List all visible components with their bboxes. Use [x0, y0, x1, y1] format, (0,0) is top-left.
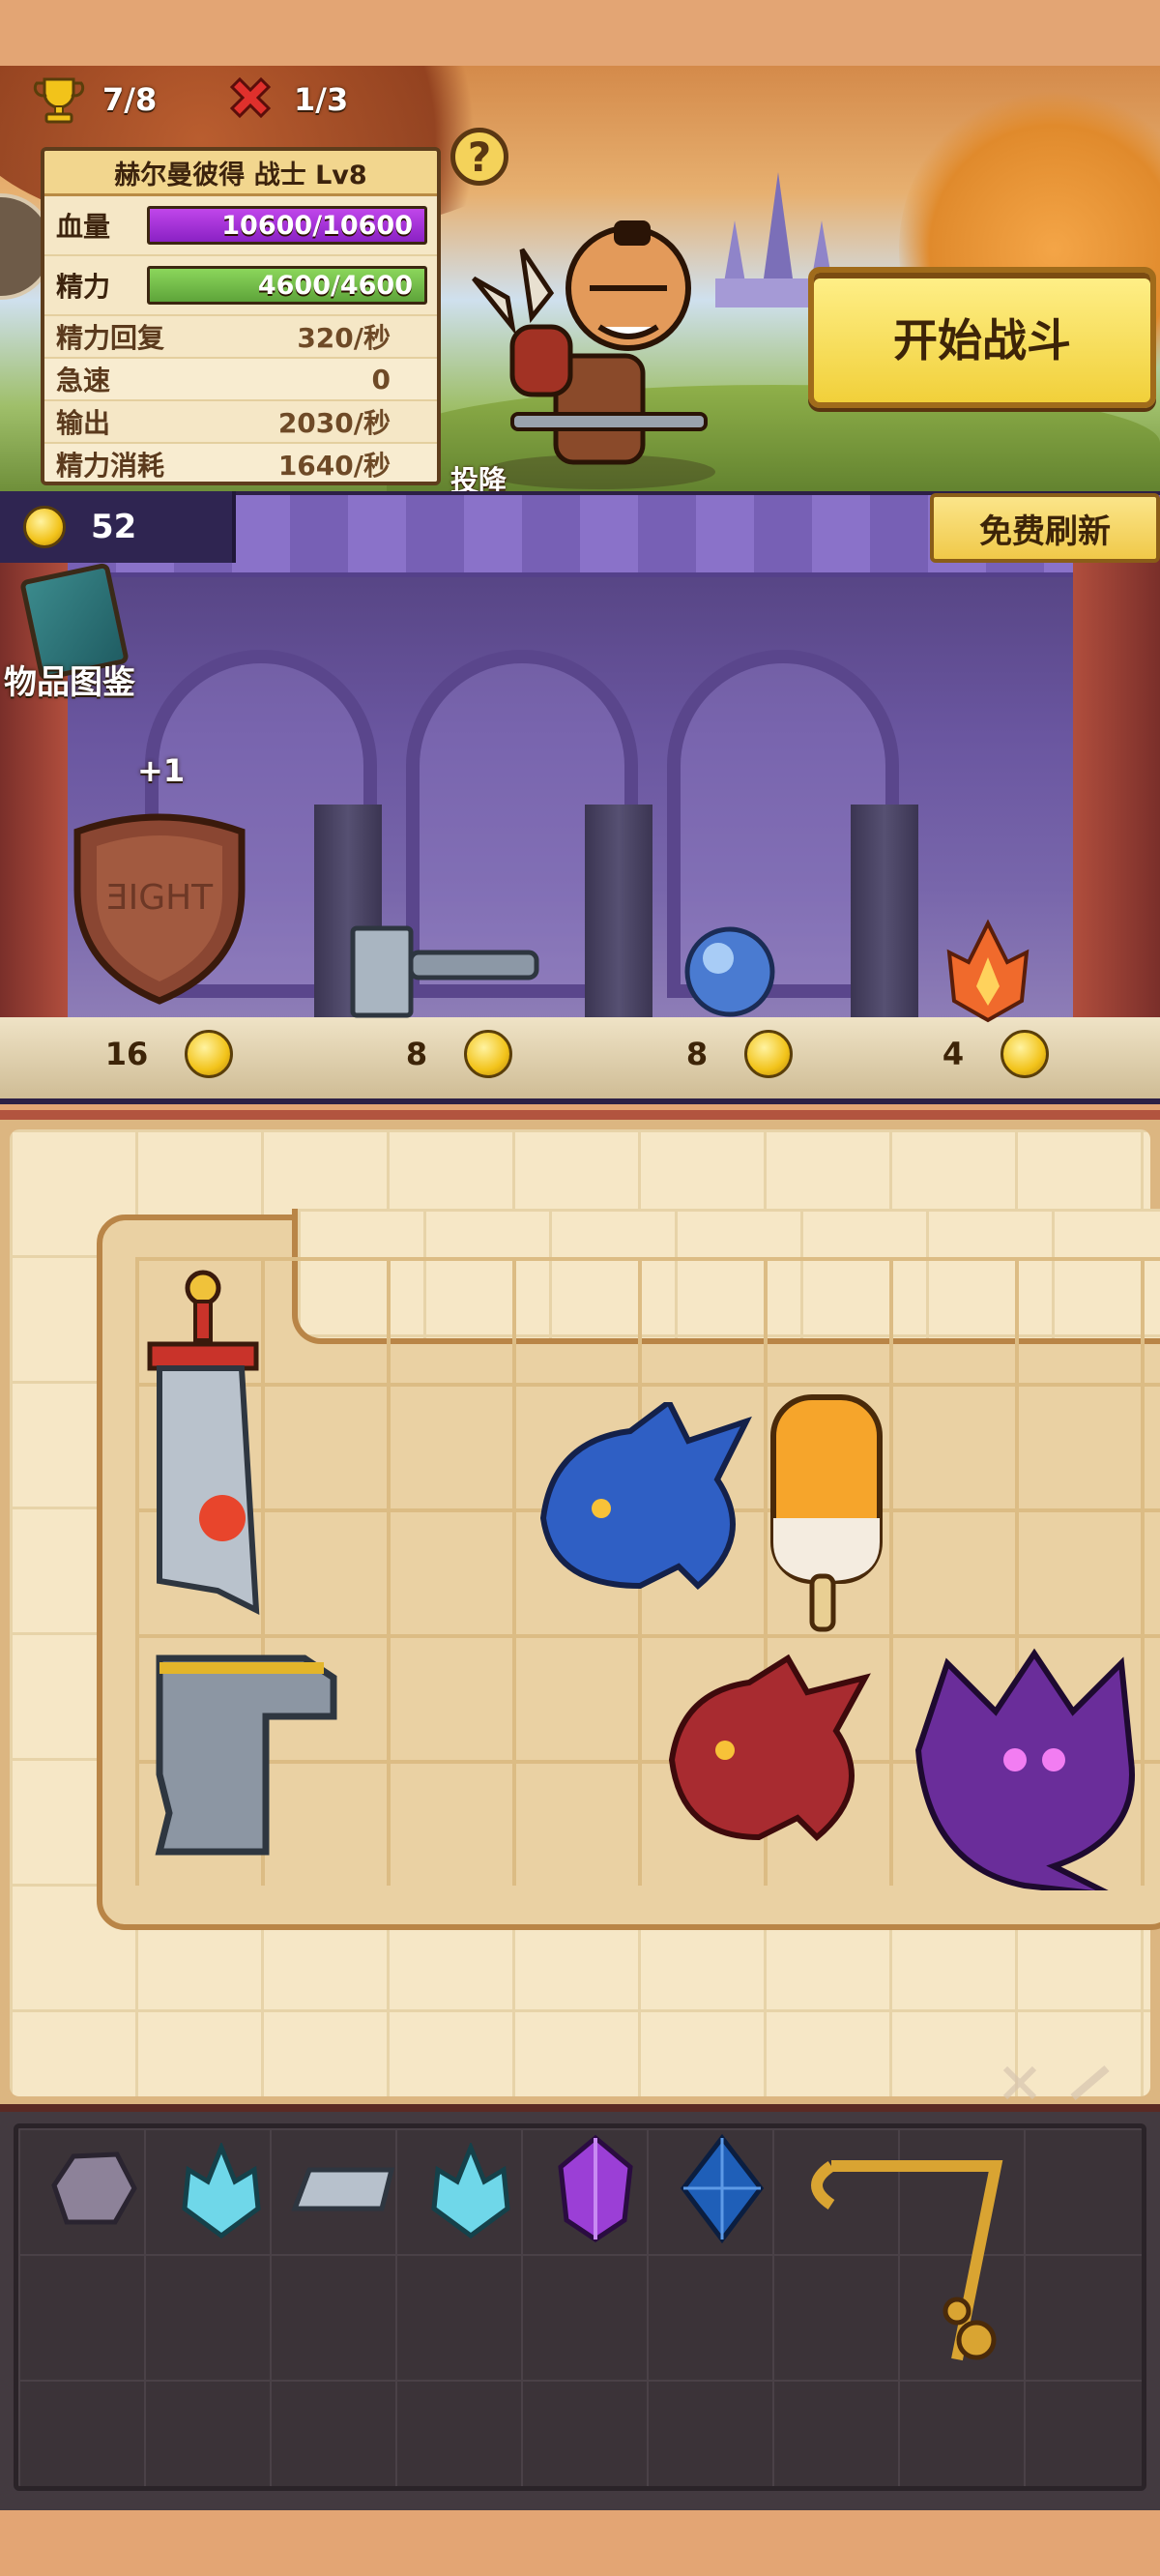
hero-stat-card: 赫尔曼彼得 战士 Lv8 血量 10600/10600 精力 4600/4600…: [41, 147, 441, 485]
stat-row: 输出 2030/秒: [44, 401, 437, 444]
stat-value: 320/秒: [297, 322, 391, 354]
iron-boot-icon[interactable]: [140, 1649, 343, 1871]
stamina-row: 精力 4600/4600: [44, 256, 437, 316]
stat-value: 2030/秒: [277, 407, 391, 439]
stat-value: 1640/秒: [277, 450, 391, 482]
gold-counter: 52: [0, 491, 236, 563]
wins-value: 7/8: [102, 81, 158, 118]
price-tag[interactable]: 16: [58, 1017, 280, 1091]
losses-value: 1/3: [294, 81, 349, 118]
hp-row: 血量 10600/10600: [44, 196, 437, 256]
free-refresh-button[interactable]: 免费刷新: [930, 493, 1160, 563]
price-tag[interactable]: 8: [628, 1017, 851, 1091]
hammer-icon[interactable]: [343, 909, 546, 1025]
popsicle-icon[interactable]: [764, 1392, 889, 1634]
sapphire-icon[interactable]: [679, 2133, 766, 2244]
red-dragon-icon[interactable]: [662, 1654, 875, 1861]
svg-text:ƎIGHT: ƎIGHT: [106, 878, 214, 918]
price-value: 8: [685, 1036, 709, 1072]
rough-stone-icon[interactable]: [46, 2147, 139, 2228]
stat-row: 精力回复 320/秒: [44, 316, 437, 359]
fishing-rod-icon[interactable]: [802, 2147, 1034, 2369]
stat-label: 输出: [56, 407, 111, 439]
stat-row: 精力消耗 1640/秒: [44, 444, 437, 482]
item-codex-button[interactable]: 物品图鉴: [4, 562, 159, 706]
coin-icon: [464, 1030, 513, 1078]
coin-icon: [23, 506, 66, 548]
help-button[interactable]: ?: [450, 128, 508, 186]
start-battle-button[interactable]: 开始战斗: [808, 267, 1156, 408]
price-value: 8: [405, 1036, 428, 1072]
stamina-label: 精力: [56, 271, 111, 303]
blue-orb-icon[interactable]: [682, 923, 778, 1020]
stat-label: 精力消耗: [56, 450, 165, 482]
wooden-shield-icon[interactable]: ƎIGHT: [68, 812, 251, 1006]
sword-icon[interactable]: [135, 1267, 271, 1634]
red-cross-icon: [229, 76, 272, 119]
price-value: 16: [104, 1036, 149, 1072]
losses-counter: 1/3: [224, 75, 348, 124]
coin-icon: [744, 1030, 794, 1078]
iron-ingot-icon[interactable]: [290, 2151, 401, 2228]
stat-label: 急速: [56, 365, 111, 396]
amethyst-icon[interactable]: [553, 2133, 638, 2244]
stat-label: 精力回复: [56, 322, 165, 354]
warrior-hero-icon: [472, 220, 715, 489]
wins-counter: 7/8: [33, 75, 157, 124]
curtain-right: [1073, 553, 1160, 1056]
fire-crystal-icon[interactable]: [940, 919, 1036, 1025]
hp-label: 血量: [56, 211, 111, 243]
gold-value: 52: [91, 508, 137, 546]
stat-value: 0: [371, 363, 391, 395]
trophy-icon: [33, 77, 85, 124]
cyan-crystal-icon[interactable]: [179, 2143, 264, 2239]
coin-icon: [1000, 1030, 1050, 1078]
pillar: [585, 805, 652, 1037]
pillar: [851, 805, 918, 1037]
item-level-badge: +1: [137, 752, 186, 789]
price-tag[interactable]: 4: [884, 1017, 1107, 1091]
price-value: 4: [942, 1036, 965, 1072]
stat-row: 急速 0: [44, 359, 437, 401]
price-tag[interactable]: 8: [348, 1017, 570, 1091]
hero-title: 赫尔曼彼得 战士 Lv8: [44, 151, 437, 196]
blue-dragon-icon[interactable]: [534, 1402, 756, 1610]
item-codex-label: 物品图鉴: [4, 663, 135, 702]
stamina-bar: 4600/4600: [147, 266, 427, 305]
purple-dragon-icon[interactable]: [899, 1634, 1141, 1890]
cyan-crystal-icon[interactable]: [428, 2143, 513, 2239]
coin-icon: [185, 1030, 234, 1078]
hp-bar: 10600/10600: [147, 206, 427, 245]
sort-tools-icon[interactable]: [996, 2064, 1121, 2102]
